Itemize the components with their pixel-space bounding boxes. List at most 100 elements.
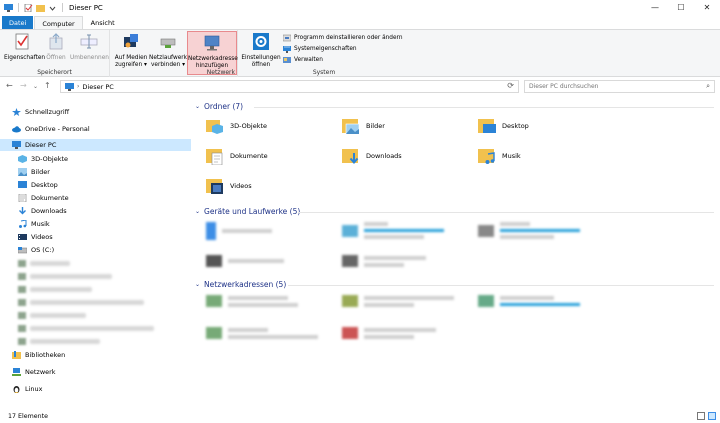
folder-desktop[interactable]: Desktop	[478, 117, 529, 135]
ribbon: Eigenschaften Öffnen Umbenennen Speicher…	[0, 29, 720, 77]
folder-musik[interactable]: Musik	[478, 147, 521, 165]
redacted-label	[228, 302, 298, 307]
desktop-icon	[18, 181, 27, 188]
sidebar-item-desktop[interactable]: Desktop	[0, 179, 191, 191]
videos-folder-icon	[206, 179, 223, 194]
back-icon[interactable]: ←	[6, 81, 13, 90]
properties-icon	[15, 33, 29, 50]
folder-bilder[interactable]: Bilder	[342, 117, 385, 135]
section-geraete[interactable]: ⌄ Geräte und Laufwerke (5)	[192, 207, 300, 216]
chevron-down-icon[interactable]: ⌄	[195, 208, 200, 215]
sidebar-item-blurred[interactable]	[0, 322, 191, 334]
network-location-blurred[interactable]	[206, 327, 318, 339]
up-icon[interactable]: ↑	[44, 81, 51, 90]
sidebar-item-bilder[interactable]: Bilder	[0, 166, 191, 178]
rename-icon	[80, 34, 98, 49]
navigation-pane: Schnellzugriff OneDrive - Personal Diese…	[0, 97, 191, 409]
refresh-icon[interactable]: ⟳	[507, 81, 514, 90]
section-divider	[288, 285, 714, 286]
minimize-button[interactable]: —	[642, 0, 668, 15]
sidebar-item-blurred[interactable]	[0, 257, 191, 269]
network-location-blurred[interactable]	[478, 295, 580, 307]
tab-ansicht[interactable]: Ansicht	[84, 16, 122, 30]
forward-icon[interactable]: →	[20, 81, 27, 90]
address-bar[interactable]: › Dieser PC ⟳	[60, 80, 519, 93]
sidebar-item-blurred[interactable]	[0, 270, 191, 282]
verwalten-button[interactable]: Verwalten	[283, 55, 403, 64]
gear-icon	[253, 33, 269, 50]
sidebar-item-3d-objekte[interactable]: 3D-Objekte	[0, 153, 191, 165]
sidebar-item-linux[interactable]: Linux	[0, 383, 191, 395]
tab-computer[interactable]: Computer	[34, 16, 83, 30]
oeffnen-button[interactable]: Öffnen	[42, 33, 70, 62]
folder-videos[interactable]: Videos	[206, 177, 252, 195]
sidebar-item-bibliotheken[interactable]: Bibliotheken	[0, 349, 191, 361]
drive-icon	[342, 224, 358, 237]
section-divider	[298, 212, 714, 213]
desktop-folder-icon	[478, 119, 496, 133]
details-view-icon[interactable]	[697, 412, 705, 420]
programm-deinstallieren-button[interactable]: Programm deinstallieren oder ändern	[283, 33, 403, 42]
properties-icon[interactable]	[24, 3, 33, 12]
section-netzwerkadressen[interactable]: ⌄ Netzwerkadressen (5)	[192, 280, 286, 289]
usage-bar	[500, 303, 580, 306]
close-button[interactable]: ✕	[694, 0, 720, 15]
network-location-blurred[interactable]	[342, 327, 436, 339]
systemeigenschaften-button[interactable]: Systemeigenschaften	[283, 44, 403, 53]
sidebar-item-os-c[interactable]: OS (C:)	[0, 244, 191, 256]
drive-item-blurred[interactable]	[342, 222, 444, 239]
einstellungen-oeffnen-button[interactable]: Einstellungen öffnen	[241, 33, 281, 69]
drive-item-blurred[interactable]	[206, 255, 284, 267]
redacted-label	[30, 299, 144, 305]
sidebar-item-onedrive[interactable]: OneDrive - Personal	[0, 123, 191, 135]
breadcrumb-separator-icon: ›	[77, 83, 80, 90]
network-location-blurred[interactable]	[206, 295, 298, 307]
sidebar-item-netzwerk[interactable]: Netzwerk	[0, 366, 191, 378]
folder-dokumente[interactable]: Dokumente	[206, 147, 268, 165]
search-icon[interactable]: ⌕	[706, 82, 710, 91]
section-ordner[interactable]: ⌄ Ordner (7)	[192, 102, 243, 111]
sidebar-item-blurred[interactable]	[0, 335, 191, 347]
tab-datei[interactable]: Datei	[2, 16, 34, 30]
maximize-button[interactable]: ☐	[668, 0, 694, 15]
sidebar-item-musik[interactable]: Musik	[0, 218, 191, 230]
redacted-label	[364, 302, 414, 307]
star-icon	[12, 108, 21, 116]
auf-medien-zugreifen-button[interactable]: Auf Medien zugreifen ▾	[113, 33, 149, 69]
tiles-view-icon[interactable]	[708, 412, 716, 420]
search-input[interactable]	[529, 83, 699, 90]
drive-item-blurred[interactable]	[478, 222, 580, 239]
chevron-down-icon[interactable]: ⌄	[195, 103, 200, 110]
redacted-label	[30, 260, 70, 266]
sidebar-item-videos[interactable]: Videos	[0, 231, 191, 243]
folder-downloads[interactable]: Downloads	[342, 147, 402, 165]
sidebar-item-dieser-pc[interactable]: Dieser PC	[0, 139, 191, 151]
new-folder-icon[interactable]	[36, 4, 45, 12]
umbenennen-button[interactable]: Umbenennen	[70, 33, 109, 62]
network-drive-icon	[18, 324, 26, 332]
network-location-blurred[interactable]	[342, 295, 454, 307]
sidebar-item-schnellzugriff[interactable]: Schnellzugriff	[0, 106, 191, 118]
sidebar-item-blurred[interactable]	[0, 296, 191, 308]
chevron-down-icon[interactable]: ⌄	[33, 83, 38, 90]
search-box[interactable]: ⌕	[524, 80, 715, 93]
drive-item-blurred[interactable]	[206, 222, 272, 240]
breadcrumb-dieser-pc[interactable]: Dieser PC	[82, 83, 113, 91]
redacted-label	[364, 295, 454, 300]
sidebar-item-dokumente[interactable]: Dokumente	[0, 192, 191, 204]
divider	[18, 3, 19, 12]
sidebar-item-blurred[interactable]	[0, 283, 191, 295]
eigenschaften-button[interactable]: Eigenschaften	[4, 33, 45, 62]
netzlaufwerk-verbinden-button[interactable]: Netzlaufwerk verbinden ▾	[149, 33, 187, 69]
chevron-down-icon[interactable]: ⌄	[195, 281, 200, 288]
sidebar-item-downloads[interactable]: Downloads	[0, 205, 191, 217]
folder-3d-objekte[interactable]: 3D-Objekte	[206, 117, 267, 135]
computer-icon	[65, 82, 74, 91]
drive-item-blurred[interactable]	[342, 255, 426, 267]
redacted-label	[30, 286, 92, 292]
group-label-system: System	[312, 69, 336, 76]
drive-icon	[206, 255, 222, 267]
sidebar-item-blurred[interactable]	[0, 309, 191, 321]
chevron-down-icon[interactable]	[48, 4, 57, 12]
content-pane: ⌄ Ordner (7) 3D-Objekte Bilder Desktop D…	[192, 97, 720, 409]
